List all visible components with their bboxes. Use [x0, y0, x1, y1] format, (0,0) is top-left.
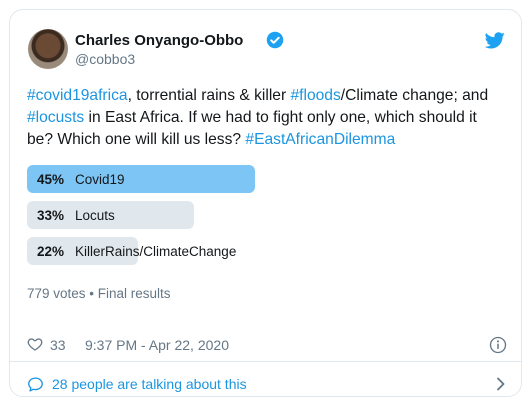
heart-icon[interactable]	[27, 336, 43, 352]
hashtag-covid19africa[interactable]: #covid19africa	[27, 87, 128, 104]
poll-option-label: Covid19	[75, 172, 125, 187]
author-handle[interactable]: @cobbo3	[75, 51, 135, 67]
hashtag-floods[interactable]: #floods	[290, 87, 340, 104]
poll-percent: 33%	[37, 208, 65, 223]
poll-percent: 22%	[37, 244, 65, 259]
hashtag-eastafricandilemma[interactable]: #EastAfricanDilemma	[245, 131, 395, 148]
divider	[10, 361, 521, 362]
like-count[interactable]: 33	[50, 337, 66, 353]
talking-about-link[interactable]: 28 people are talking about this	[27, 375, 507, 395]
avatar[interactable]	[28, 29, 68, 69]
author-name[interactable]: Charles Onyango-Obbo	[75, 32, 243, 49]
poll-percent: 45%	[37, 172, 65, 187]
poll-option-label: KillerRains/ClimateChange	[75, 244, 237, 259]
verified-badge-icon	[266, 31, 284, 49]
twitter-bird-icon[interactable]	[485, 32, 505, 49]
tweet-text: #covid19africa, torrential rains & kille…	[27, 85, 507, 151]
hashtag-locusts[interactable]: #locusts	[27, 109, 84, 126]
chat-bubble-icon	[28, 377, 43, 392]
poll: 45% Covid19 33% Locuts 22% KillerRains/C…	[27, 165, 507, 273]
chevron-right-icon	[497, 377, 505, 391]
tweet-text-segment: , torrential rains & killer	[127, 87, 291, 104]
poll-meta: 779 votes • Final results	[27, 286, 171, 301]
tweet-text-segment: /Climate change; and	[340, 87, 489, 104]
poll-option-label: Locuts	[75, 208, 115, 223]
talking-about-label: 28 people are talking about this	[52, 376, 247, 392]
info-icon[interactable]	[489, 336, 507, 354]
poll-option: 45% Covid19	[27, 165, 507, 193]
poll-option: 22% KillerRains/ClimateChange	[27, 237, 507, 265]
tweet-footer: 33 9:37 PM - Apr 22, 2020	[27, 336, 507, 354]
timestamp[interactable]: 9:37 PM - Apr 22, 2020	[85, 337, 229, 353]
tweet-card: Charles Onyango-Obbo @cobbo3 #covid19afr…	[9, 9, 522, 397]
poll-option: 33% Locuts	[27, 201, 507, 229]
